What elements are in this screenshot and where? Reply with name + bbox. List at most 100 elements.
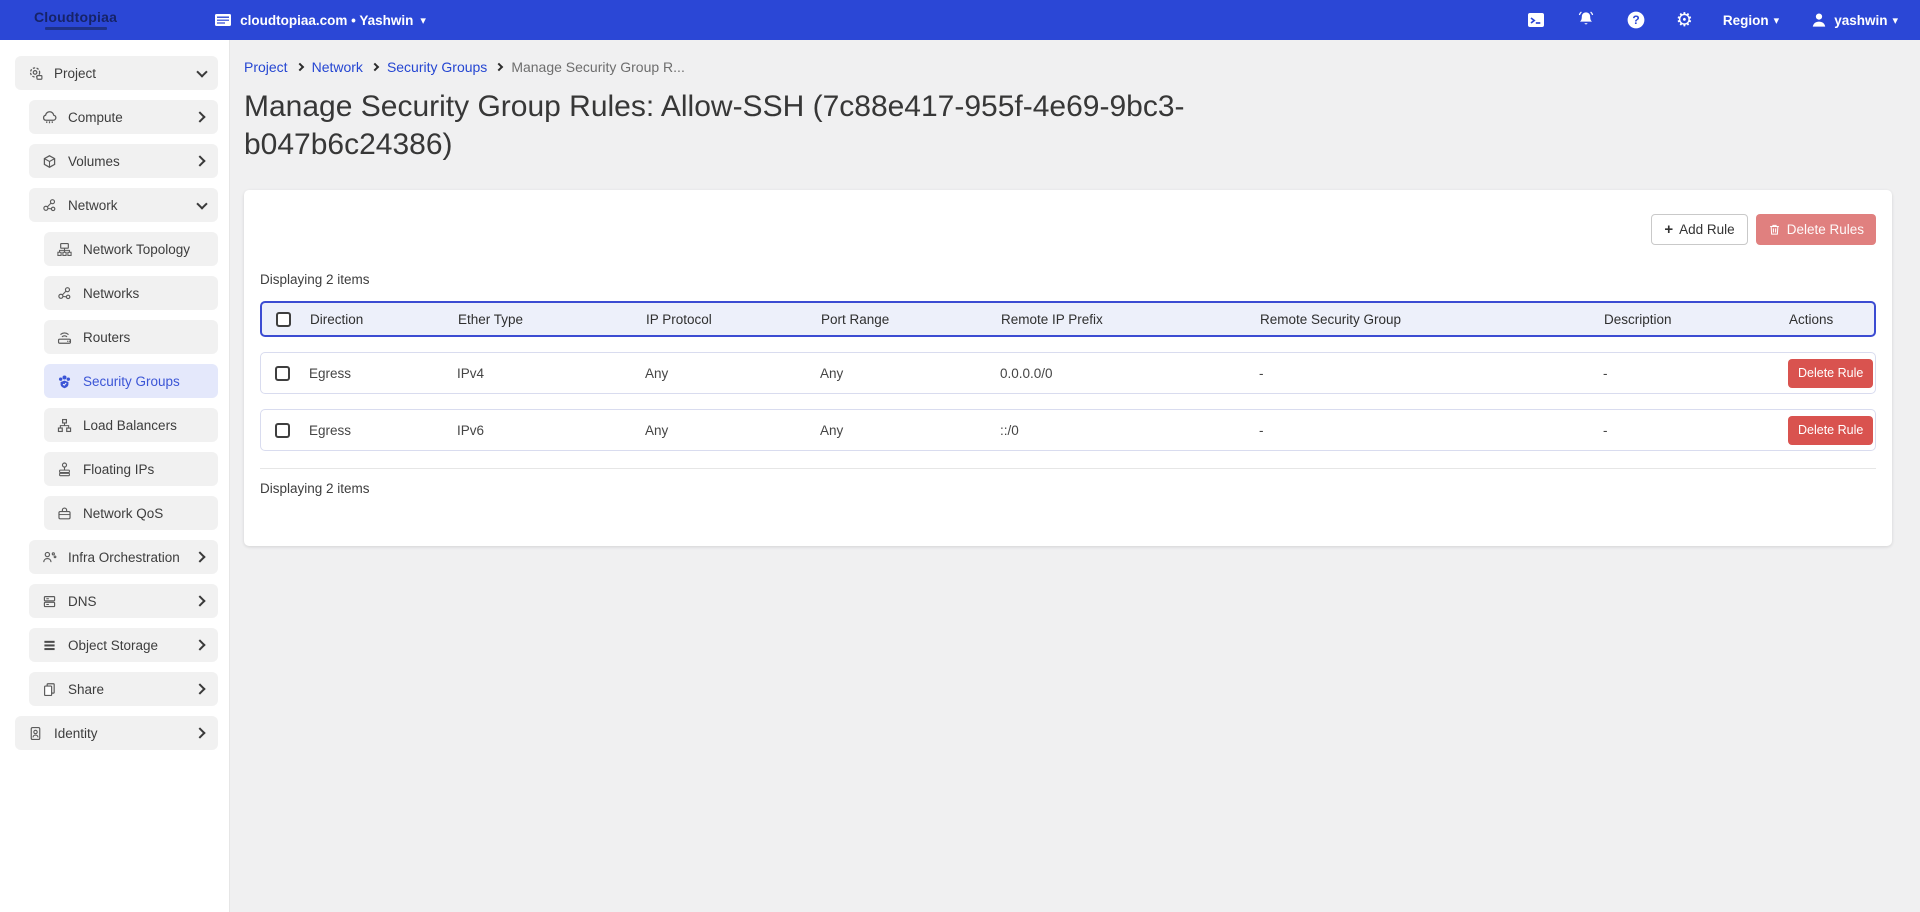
chevron-down-icon: ▾ bbox=[1774, 15, 1780, 26]
sidebar-item-share[interactable]: Share bbox=[29, 672, 218, 706]
sidebar-item-label: Load Balancers bbox=[83, 418, 177, 433]
rules-card: + Add Rule Delete Rules Displaying 2 ite… bbox=[244, 190, 1892, 546]
sidebar-item-label: Security Groups bbox=[83, 374, 180, 389]
network-qos-icon bbox=[56, 505, 73, 522]
cell-remote-security-group: - bbox=[1259, 423, 1603, 438]
sidebar-item-network-topology[interactable]: Network Topology bbox=[44, 232, 218, 266]
column-header-remote-ip-prefix: Remote IP Prefix bbox=[1001, 312, 1260, 327]
delete-rule-button[interactable]: Delete Rule bbox=[1788, 416, 1873, 445]
add-rule-button[interactable]: + Add Rule bbox=[1651, 214, 1747, 245]
items-count-bottom: Displaying 2 items bbox=[260, 481, 1876, 496]
column-header-port-range: Port Range bbox=[821, 312, 1001, 327]
select-all-checkbox[interactable] bbox=[276, 312, 291, 327]
sidebar-item-routers[interactable]: Routers bbox=[44, 320, 218, 354]
chevron-right-icon bbox=[194, 551, 205, 562]
domain-project-label: cloudtopiaa.com • Yashwin bbox=[240, 13, 413, 28]
sidebar-item-label: Object Storage bbox=[68, 638, 158, 653]
breadcrumb-network[interactable]: Network bbox=[312, 59, 363, 75]
delete-rules-button[interactable]: Delete Rules bbox=[1756, 214, 1876, 245]
brand-logo[interactable]: Cloudtopiaa bbox=[34, 10, 117, 30]
chevron-down-icon: ▾ bbox=[1892, 15, 1898, 26]
trash-icon bbox=[1768, 223, 1781, 236]
floating-ips-icon bbox=[56, 461, 73, 478]
page-title: Manage Security Group Rules: Allow-SSH (… bbox=[244, 88, 1304, 163]
cell-direction: Egress bbox=[309, 423, 457, 438]
table-row: Egress IPv6 Any Any ::/0 - - Delete Rule bbox=[260, 409, 1876, 451]
region-label: Region bbox=[1723, 13, 1769, 28]
bell-icon[interactable] bbox=[1576, 10, 1596, 30]
cell-ip-protocol: Any bbox=[645, 366, 820, 381]
column-header-description: Description bbox=[1604, 312, 1789, 327]
plus-icon: + bbox=[1664, 221, 1673, 238]
sidebar-navigation: Project Compute Volumes Network bbox=[0, 40, 230, 912]
chevron-right-icon bbox=[194, 111, 205, 122]
sidebar-item-label: Routers bbox=[83, 330, 130, 345]
chevron-right-icon bbox=[194, 683, 205, 694]
sidebar-item-infra-orchestration[interactable]: Infra Orchestration bbox=[29, 540, 218, 574]
cell-ip-protocol: Any bbox=[645, 423, 820, 438]
card-divider bbox=[260, 468, 1876, 469]
svg-text:?: ? bbox=[1632, 13, 1639, 27]
cell-description: - bbox=[1603, 366, 1788, 381]
breadcrumb-security-groups[interactable]: Security Groups bbox=[387, 59, 487, 75]
chevron-down-icon bbox=[196, 66, 207, 77]
topbar-actions: ? ⚙ Region ▾ yashwin ▾ bbox=[1526, 10, 1920, 30]
region-dropdown[interactable]: Region ▾ bbox=[1723, 13, 1779, 28]
column-header-remote-security-group: Remote Security Group bbox=[1260, 312, 1604, 327]
cell-port-range: Any bbox=[820, 366, 1000, 381]
chevron-right-icon bbox=[495, 63, 503, 71]
terminal-icon[interactable] bbox=[1526, 10, 1546, 30]
cell-remote-ip-prefix: 0.0.0.0/0 bbox=[1000, 366, 1259, 381]
dns-icon bbox=[41, 593, 58, 610]
cell-description: - bbox=[1603, 423, 1788, 438]
network-icon bbox=[41, 197, 58, 214]
column-header-ether-type: Ether Type bbox=[458, 312, 646, 327]
sidebar-item-object-storage[interactable]: Object Storage bbox=[29, 628, 218, 662]
delete-rule-button[interactable]: Delete Rule bbox=[1788, 359, 1873, 388]
sidebar-item-networks[interactable]: Networks bbox=[44, 276, 218, 310]
sidebar-item-label: Network QoS bbox=[83, 506, 163, 521]
chevron-right-icon bbox=[371, 63, 379, 71]
chevron-right-icon bbox=[194, 595, 205, 606]
row-checkbox[interactable] bbox=[275, 423, 290, 438]
cell-remote-security-group: - bbox=[1259, 366, 1603, 381]
sidebar-item-volumes[interactable]: Volumes bbox=[29, 144, 218, 178]
infra-orchestration-icon bbox=[41, 549, 58, 566]
chevron-down-icon bbox=[196, 198, 207, 209]
routers-icon bbox=[56, 329, 73, 346]
sidebar-item-compute[interactable]: Compute bbox=[29, 100, 218, 134]
help-icon[interactable]: ? bbox=[1626, 10, 1646, 30]
items-count-top: Displaying 2 items bbox=[260, 272, 1876, 287]
sidebar-item-dns[interactable]: DNS bbox=[29, 584, 218, 618]
sidebar-item-label: Volumes bbox=[68, 154, 120, 169]
table-header-row: Direction Ether Type IP Protocol Port Ra… bbox=[260, 301, 1876, 337]
sidebar-item-label: DNS bbox=[68, 594, 97, 609]
breadcrumb-project[interactable]: Project bbox=[244, 59, 288, 75]
compute-icon bbox=[41, 109, 58, 126]
sidebar-item-floating-ips[interactable]: Floating IPs bbox=[44, 452, 218, 486]
sidebar-item-network[interactable]: Network bbox=[29, 188, 218, 222]
sidebar-item-security-groups[interactable]: Security Groups bbox=[44, 364, 218, 398]
breadcrumb: Project Network Security Groups Manage S… bbox=[244, 59, 1892, 75]
sidebar-item-identity[interactable]: Identity bbox=[15, 716, 218, 750]
column-header-direction: Direction bbox=[310, 312, 458, 327]
user-menu[interactable]: yashwin ▾ bbox=[1809, 10, 1898, 30]
sidebar-item-label: Network bbox=[68, 198, 118, 213]
identity-icon bbox=[27, 725, 44, 742]
sidebar-item-load-balancers[interactable]: Load Balancers bbox=[44, 408, 218, 442]
brand-logo-text: Cloudtopiaa bbox=[34, 10, 117, 24]
domain-project-switcher[interactable]: cloudtopiaa.com • Yashwin ▾ bbox=[213, 10, 426, 30]
sidebar-item-label: Compute bbox=[68, 110, 123, 125]
table-row: Egress IPv4 Any Any 0.0.0.0/0 - - Delete… bbox=[260, 352, 1876, 394]
chevron-right-icon bbox=[194, 639, 205, 650]
add-rule-label: Add Rule bbox=[1679, 222, 1735, 237]
gear-icon[interactable]: ⚙ bbox=[1676, 11, 1693, 30]
sidebar-item-network-qos[interactable]: Network QoS bbox=[44, 496, 218, 530]
row-checkbox[interactable] bbox=[275, 366, 290, 381]
sidebar-item-project[interactable]: Project bbox=[15, 56, 218, 90]
column-header-actions: Actions bbox=[1789, 312, 1874, 327]
chevron-right-icon bbox=[194, 155, 205, 166]
sidebar-item-label: Network Topology bbox=[83, 242, 190, 257]
sidebar-item-label: Infra Orchestration bbox=[68, 550, 180, 565]
user-label: yashwin bbox=[1834, 13, 1887, 28]
